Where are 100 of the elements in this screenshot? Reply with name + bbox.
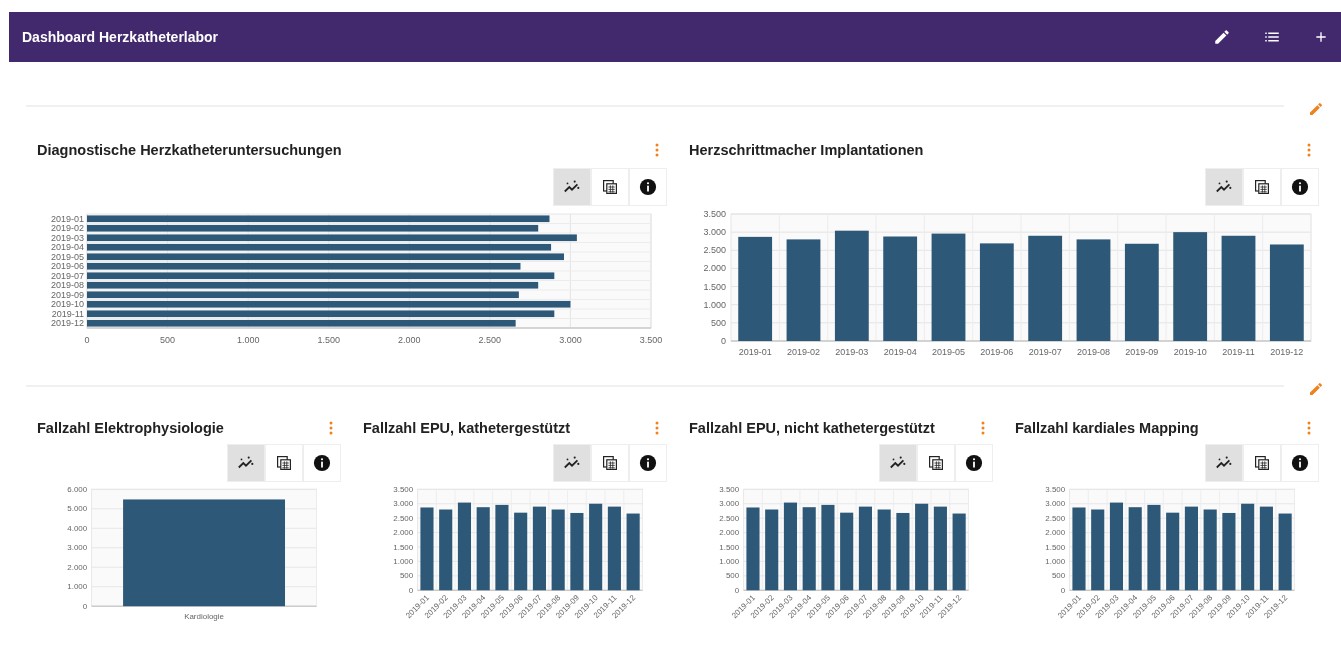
axis-tick-label: 1.500 bbox=[703, 281, 726, 292]
table-view-button[interactable] bbox=[1243, 444, 1281, 483]
chart-view-button[interactable] bbox=[1205, 444, 1243, 483]
axis-tick-label: 6.000 bbox=[67, 485, 88, 495]
axis-tick-label: 3.000 bbox=[719, 499, 740, 509]
info-icon bbox=[1291, 178, 1309, 196]
axis-tick-label: 1.500 bbox=[393, 543, 414, 552]
info-button[interactable] bbox=[629, 168, 667, 206]
info-button[interactable] bbox=[629, 444, 667, 483]
axis-tick-label: 2.000 bbox=[703, 263, 726, 274]
axis-tick-label: 3.500 bbox=[639, 335, 663, 345]
more-icon[interactable] bbox=[329, 421, 333, 436]
axis-tick-label: 2.500 bbox=[1045, 514, 1066, 524]
axis-tick-label: 3.500 bbox=[719, 485, 740, 495]
axis-tick-label: 1.000 bbox=[703, 299, 726, 310]
category-label: 2019-08 bbox=[50, 280, 84, 291]
widget-title: Herzschrittmacher Implantationen bbox=[689, 142, 924, 158]
axis-tick-label: 2.500 bbox=[393, 514, 414, 524]
axis-tick-label: 500 bbox=[1051, 571, 1066, 581]
more-icon[interactable] bbox=[1307, 421, 1311, 436]
axis-tick-label: 3.500 bbox=[703, 209, 726, 219]
info-button[interactable] bbox=[1281, 444, 1319, 483]
axis-tick-label: 3.000 bbox=[67, 543, 88, 553]
edit-icon[interactable] bbox=[1213, 28, 1231, 46]
table-view-button[interactable] bbox=[591, 168, 629, 206]
axis-tick-label: 2.000 bbox=[398, 335, 421, 345]
axis-tick-label: 3.500 bbox=[393, 485, 414, 495]
calculator-icon bbox=[1254, 179, 1270, 195]
widget-title: Fallzahl EPU, kathetergestützt bbox=[363, 420, 571, 437]
category-label: 2019-12 bbox=[1270, 347, 1304, 357]
widget-title: Diagnostische Herzkatheteruntersuchungen bbox=[37, 142, 342, 158]
category-label: 2019-01 bbox=[738, 347, 772, 357]
category-label: 2019-08 bbox=[1077, 347, 1110, 357]
axis-tick-label: 500 bbox=[725, 571, 740, 581]
chart-view-button[interactable] bbox=[1205, 168, 1243, 206]
category-label: 2019-05 bbox=[932, 347, 965, 357]
table-view-button[interactable] bbox=[591, 444, 629, 483]
axis-tick-label: 2.500 bbox=[719, 514, 740, 524]
info-icon bbox=[639, 454, 657, 473]
more-icon[interactable] bbox=[655, 421, 659, 436]
category-label: 2019-11 bbox=[51, 308, 84, 319]
widget-title: Fallzahl kardiales Mapping bbox=[1015, 420, 1199, 437]
category-label: 2019-04 bbox=[883, 347, 917, 357]
chart-view-button[interactable] bbox=[879, 444, 917, 483]
axis-tick-label: 0 bbox=[408, 586, 414, 596]
axis-tick-label: 2.000 bbox=[67, 563, 88, 573]
widget-title: Fallzahl EPU, nicht kathetergestützt bbox=[689, 420, 935, 437]
category-label: 2019-04 bbox=[50, 242, 84, 253]
category-label: 2019-07 bbox=[1028, 347, 1062, 357]
more-icon[interactable] bbox=[1307, 143, 1311, 157]
info-icon bbox=[639, 178, 657, 196]
calculator-icon bbox=[1254, 455, 1270, 472]
chart-view-button[interactable] bbox=[227, 444, 265, 483]
add-icon[interactable] bbox=[1313, 29, 1329, 45]
axis-tick-label: 1.000 bbox=[393, 557, 414, 567]
table-view-button[interactable] bbox=[1243, 168, 1281, 206]
axis-tick-label: 1.000 bbox=[719, 557, 740, 567]
category-label: 2019-06 bbox=[50, 261, 84, 272]
more-icon[interactable] bbox=[981, 421, 985, 436]
category-label: 2019-09 bbox=[1125, 347, 1159, 357]
axis-tick-label: 1.000 bbox=[236, 335, 260, 345]
axis-tick-label: 0 bbox=[82, 602, 88, 612]
info-icon bbox=[965, 454, 983, 473]
calculator-icon bbox=[276, 455, 292, 472]
info-icon bbox=[1291, 454, 1309, 473]
axis-tick-label: 0 bbox=[84, 335, 90, 345]
axis-tick-label: 2.500 bbox=[703, 245, 726, 256]
category-label: 2019-12 bbox=[50, 318, 84, 329]
axis-tick-label: 3.000 bbox=[393, 499, 414, 509]
axis-tick-label: 2.000 bbox=[393, 528, 414, 538]
axis-tick-label: 5.000 bbox=[67, 504, 88, 514]
dashboard-title: Dashboard Herzkatheterlabor bbox=[22, 29, 219, 45]
axis-tick-label: 3.000 bbox=[1045, 499, 1066, 509]
axis-tick-label: 3.500 bbox=[1045, 485, 1066, 495]
axis-tick-label: 0 bbox=[1060, 586, 1066, 596]
widget-title: Fallzahl Elektrophysiologie bbox=[37, 420, 224, 437]
calculator-icon bbox=[602, 455, 618, 472]
info-button[interactable] bbox=[955, 444, 993, 483]
calculator-icon bbox=[928, 455, 944, 472]
category-label: 2019-09 bbox=[50, 289, 84, 300]
axis-tick-label: 1.000 bbox=[1045, 557, 1066, 567]
axis-tick-label: 3.000 bbox=[559, 335, 582, 345]
info-button[interactable] bbox=[303, 444, 341, 483]
info-button[interactable] bbox=[1281, 168, 1319, 206]
table-view-button[interactable] bbox=[265, 444, 303, 483]
table-view-button[interactable] bbox=[917, 444, 955, 483]
chart-view-button[interactable] bbox=[553, 168, 591, 206]
axis-tick-label: 1.000 bbox=[67, 582, 88, 592]
more-icon[interactable] bbox=[655, 143, 659, 157]
axis-tick-label: 2.000 bbox=[719, 528, 740, 538]
axis-tick-label: 1.500 bbox=[317, 335, 340, 345]
category-label: 2019-02 bbox=[50, 223, 84, 234]
axis-tick-label: 500 bbox=[710, 317, 726, 328]
category-label: 2019-02 bbox=[787, 347, 820, 357]
axis-tick-label: 2.000 bbox=[1045, 528, 1066, 538]
chart-view-button[interactable] bbox=[553, 444, 591, 483]
category-label: 2019-11 bbox=[1222, 347, 1255, 357]
category-label: 2019-10 bbox=[1173, 347, 1207, 357]
axis-tick-label: 1.500 bbox=[1045, 543, 1066, 552]
calculator-icon bbox=[602, 179, 618, 195]
